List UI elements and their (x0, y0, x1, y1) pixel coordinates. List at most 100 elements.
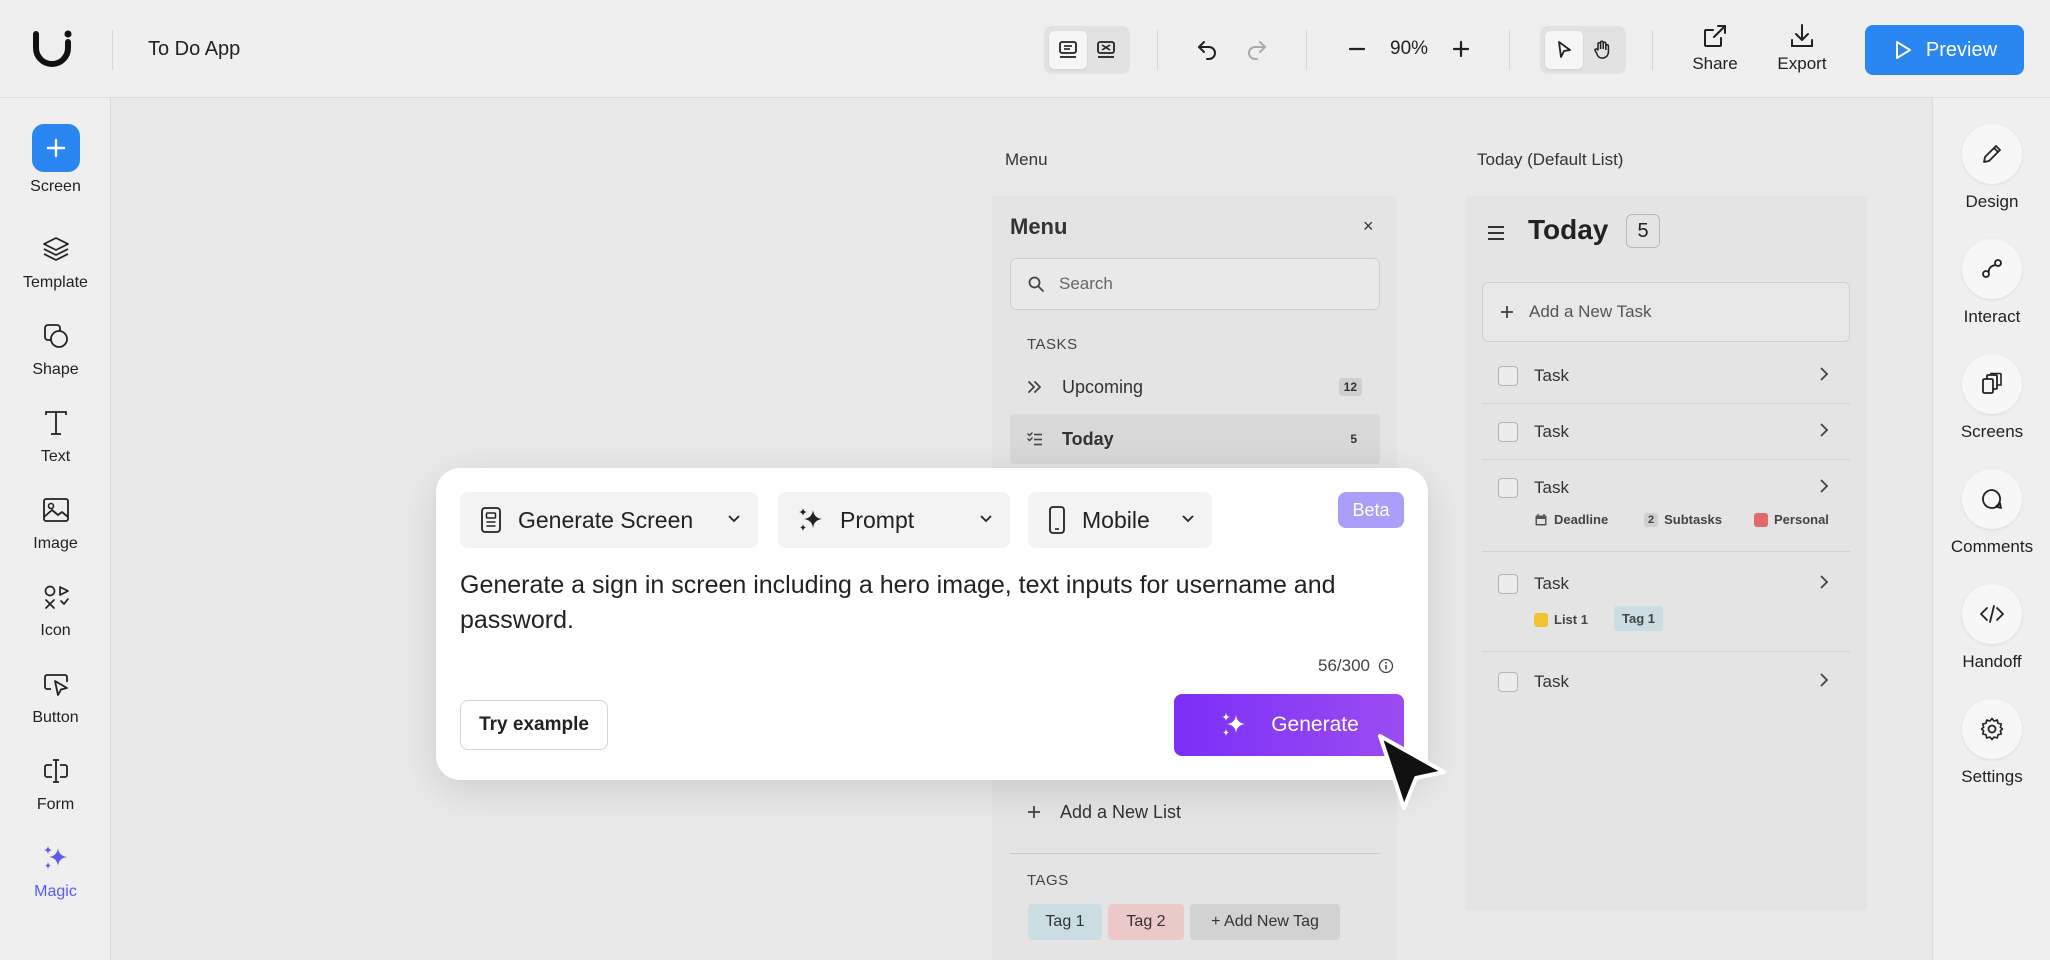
text-tool[interactable]: Text (0, 404, 111, 466)
preview-label: Preview (1925, 38, 1998, 61)
task-row[interactable]: Task (1482, 652, 1850, 710)
count-badge: 12 (1338, 378, 1362, 396)
shape-tool[interactable]: Shape (0, 317, 111, 379)
redo-icon[interactable] (1242, 34, 1272, 64)
layers-icon (0, 230, 111, 268)
image-tool[interactable]: Image (0, 491, 111, 553)
undo-icon[interactable] (1192, 34, 1222, 64)
download-icon (1791, 24, 1813, 47)
pointer-icon (1558, 41, 1571, 58)
flow-icon (1097, 41, 1115, 58)
interact-tool[interactable]: Interact (1933, 239, 2050, 327)
task-checkbox[interactable] (1498, 574, 1518, 594)
app-logo-icon[interactable] (30, 28, 74, 68)
share-icon (1704, 25, 1726, 47)
layout-view-button[interactable] (1049, 31, 1087, 69)
select-tool-button[interactable] (1545, 31, 1583, 69)
task-row[interactable]: Task List 1 Tag 1 (1482, 552, 1850, 652)
icon-tool[interactable]: Icon (0, 578, 111, 640)
tag-color-swatch (1754, 512, 1768, 527)
design-tool[interactable]: Design (1933, 124, 2050, 212)
task-label: Task (1534, 574, 1569, 593)
search-input[interactable]: Search (1010, 258, 1380, 310)
shapes-icon (0, 317, 111, 355)
plus-icon (1028, 806, 1040, 818)
tag-chip[interactable]: Tag 2 (1108, 904, 1184, 940)
search-placeholder: Search (1059, 274, 1113, 293)
generate-dialog: Generate Screen Prompt Mobile Beta Gener… (436, 468, 1428, 780)
tool-label: Design (1965, 192, 2019, 211)
tool-label: Handoff (1962, 652, 2022, 671)
input-type-dropdown[interactable]: Prompt (778, 492, 1010, 548)
task-checkbox[interactable] (1498, 366, 1518, 386)
task-row[interactable]: Task Deadline 2 Subtasks Personal (1482, 460, 1850, 552)
share-label: Share (1692, 54, 1738, 73)
handoff-tool[interactable]: Handoff (1933, 584, 2050, 672)
preview-button[interactable]: Preview (1865, 25, 2024, 75)
list-label: List 1 (1554, 612, 1588, 627)
task-checkbox[interactable] (1498, 478, 1518, 498)
task-label: Task (1534, 366, 1569, 385)
project-title[interactable]: To Do App (148, 38, 240, 61)
form-tool[interactable]: Form (0, 752, 111, 814)
template-tool[interactable]: Template (0, 230, 111, 292)
add-task-input[interactable]: Add a New Task (1482, 282, 1850, 342)
tag-chip[interactable]: Tag 1 (1028, 904, 1102, 940)
export-label: Export (1777, 54, 1827, 73)
add-list-button[interactable]: Add a New List (1010, 787, 1380, 837)
zoom-out-icon[interactable] (1342, 34, 1372, 64)
info-icon[interactable] (1378, 658, 1394, 674)
add-tag-chip[interactable]: + Add New Tag (1190, 904, 1340, 940)
input-type-label: Prompt (840, 506, 915, 533)
task-checkbox[interactable] (1498, 672, 1518, 692)
chevron-down-icon (1182, 515, 1194, 523)
magic-tool[interactable]: Magic (0, 839, 111, 901)
prompt-textarea[interactable]: Generate a sign in screen including a he… (460, 568, 1400, 638)
menu-frame-caption[interactable]: Menu (1005, 150, 1048, 170)
today-screen[interactable]: Today 5 Add a New Task Task Task Task De… (1466, 196, 1867, 910)
tags-section-label: TAGS (1027, 872, 1069, 889)
task-checkbox[interactable] (1498, 422, 1518, 442)
share-button[interactable]: Share (1680, 22, 1750, 74)
task-row[interactable]: Task (1482, 348, 1850, 404)
menu-item-upcoming[interactable]: Upcoming 12 (1010, 362, 1380, 412)
plus-icon (31, 124, 80, 172)
zoom-in-icon[interactable] (1446, 34, 1476, 64)
button-tool[interactable]: Button (0, 665, 111, 727)
today-frame-caption[interactable]: Today (Default List) (1477, 150, 1623, 170)
tool-label: Screen (30, 178, 81, 195)
task-row[interactable]: Task (1482, 404, 1850, 460)
checklist-icon (1027, 432, 1042, 446)
button-cursor-icon (0, 665, 111, 703)
screens-icon (1962, 354, 2022, 414)
character-counter: 56/300 (1318, 656, 1394, 676)
task-count-badge: 5 (1626, 214, 1660, 248)
hand-tool-button[interactable] (1583, 31, 1621, 69)
device-label: Mobile (1082, 506, 1150, 533)
add-screen-tool[interactable]: Screen (0, 124, 111, 196)
device-dropdown[interactable]: Mobile (1028, 492, 1212, 548)
divider (1509, 30, 1510, 70)
image-icon (0, 491, 111, 529)
tag-label: Personal (1774, 512, 1829, 527)
divider (1652, 30, 1653, 70)
divider (1306, 30, 1307, 70)
right-toolbar: Design Interact Screens Comments Handoff… (1932, 98, 2050, 960)
zoom-level[interactable]: 90% (1390, 38, 1428, 60)
generate-button[interactable]: Generate (1174, 694, 1404, 756)
tool-label: Icon (40, 622, 71, 639)
hamburger-menu-icon[interactable] (1486, 224, 1506, 242)
flow-view-button[interactable] (1087, 31, 1125, 69)
export-button[interactable]: Export (1767, 22, 1837, 74)
screens-tool[interactable]: Screens (1933, 354, 2050, 442)
mode-dropdown[interactable]: Generate Screen (460, 492, 758, 548)
try-example-button[interactable]: Try example (460, 700, 608, 750)
comments-tool[interactable]: Comments (1933, 469, 2050, 557)
play-icon (1895, 41, 1911, 59)
close-icon[interactable]: × (1363, 216, 1374, 237)
tool-label: Text (40, 448, 71, 465)
task-label: Task (1534, 422, 1569, 441)
menu-item-today[interactable]: Today 5 (1010, 414, 1380, 464)
settings-tool[interactable]: Settings (1933, 699, 2050, 787)
plus-icon (1501, 306, 1513, 318)
